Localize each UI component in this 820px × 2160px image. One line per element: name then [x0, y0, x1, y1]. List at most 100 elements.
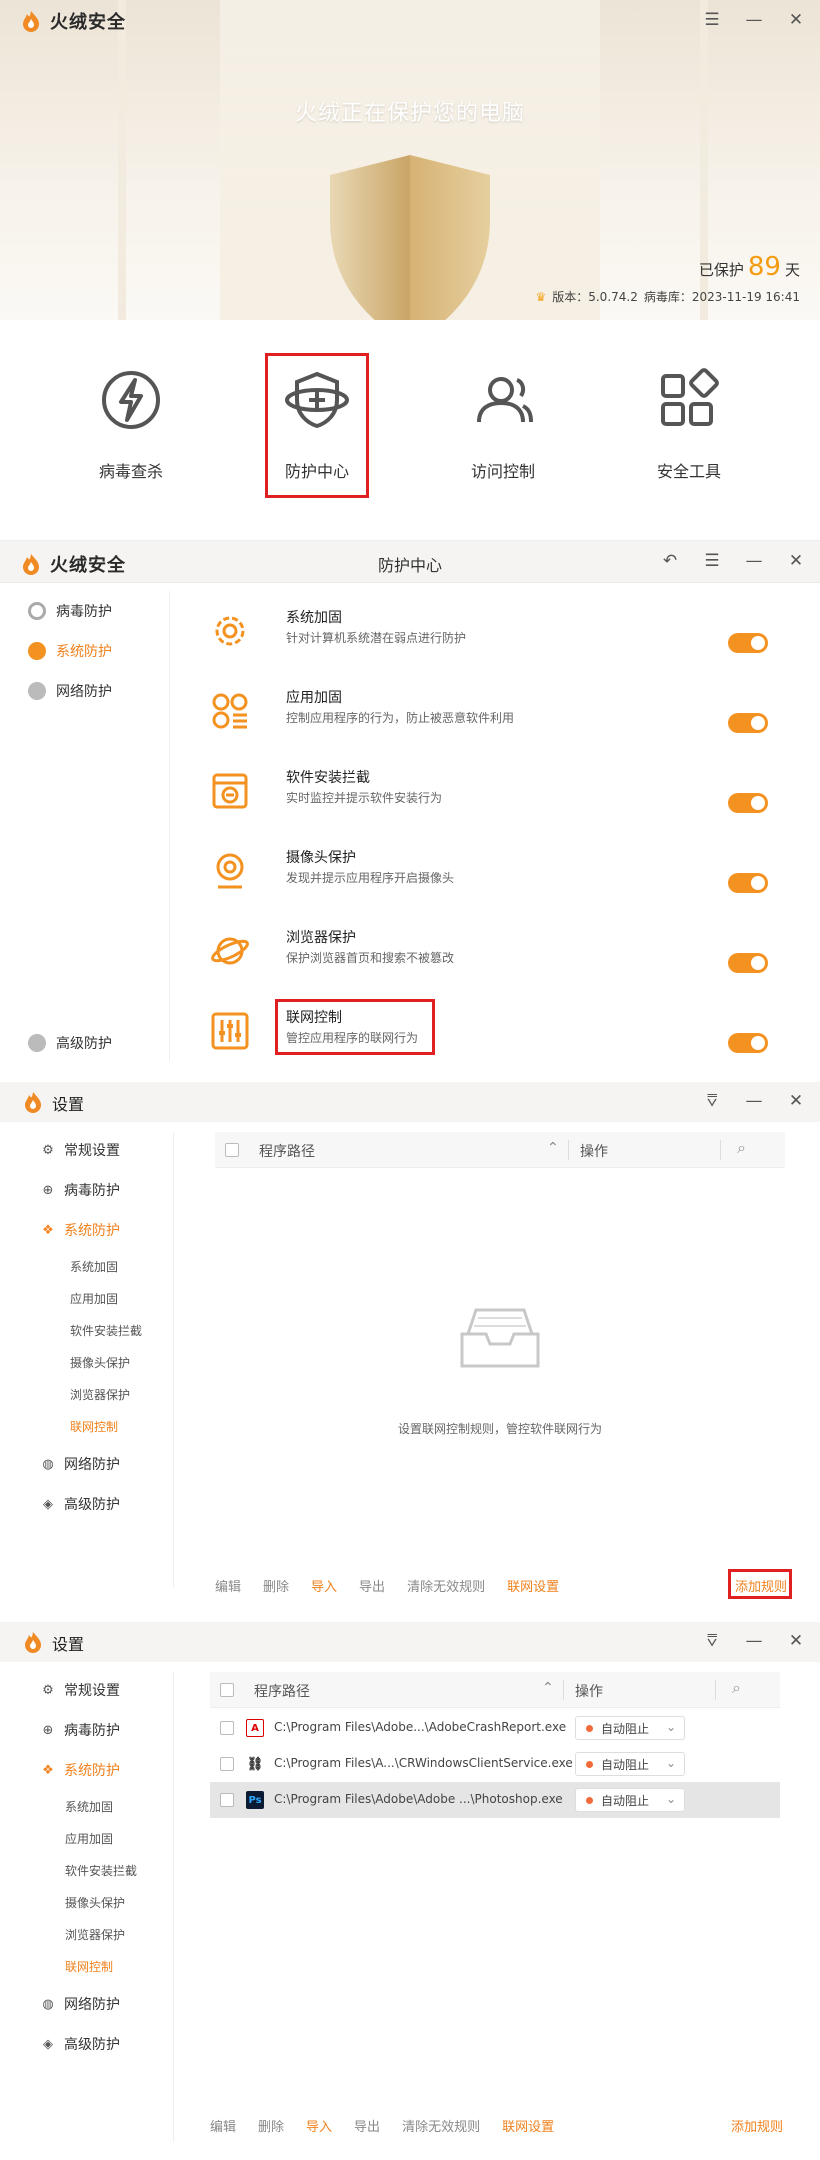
sub-browser[interactable]: 浏览器保护 [65, 1926, 125, 1943]
plus-circle-icon: ⊕ [42, 1722, 54, 1738]
grid-icon [661, 368, 719, 426]
close-icon[interactable]: ✕ [786, 1631, 806, 1651]
menu-icon[interactable]: ☰ [702, 10, 722, 30]
sort-up-icon[interactable]: ⌃ [547, 1140, 559, 1156]
shield-icon [330, 155, 490, 320]
menu-icon[interactable]: ☰ [702, 551, 722, 571]
advanced-protect-icon [28, 1034, 46, 1052]
select-all-checkbox[interactable] [220, 1683, 234, 1697]
toggle-switch[interactable] [728, 793, 768, 813]
action-dropdown[interactable]: 自动阻止 ⌄ [575, 1752, 685, 1776]
titlebar [0, 1622, 820, 1662]
toggle-switch[interactable] [728, 953, 768, 973]
sub-system-harden[interactable]: 系统加固 [65, 1798, 113, 1815]
sub-install-block[interactable]: 软件安装拦截 [70, 1322, 142, 1339]
nav-system[interactable]: ❖ 系统防护 [40, 1760, 120, 1780]
nav-network[interactable]: ◍ 网络防护 [40, 1454, 120, 1474]
search-icon[interactable]: ⌕ [737, 1138, 746, 1158]
sidebar-item-network[interactable]: 网络防护 [28, 681, 112, 701]
table-header: 程序路径 ⌃ 操作 ⌕ [215, 1132, 785, 1168]
flame-logo-icon [25, 1092, 41, 1113]
nav-advanced[interactable]: ◈ 高级防护 [40, 1494, 120, 1514]
clear-invalid-button[interactable]: 清除无效规则 [407, 1576, 485, 1595]
col-path[interactable]: 程序路径 [254, 1681, 310, 1701]
sub-camera[interactable]: 摄像头保护 [65, 1894, 125, 1911]
system-protect-icon [28, 642, 46, 660]
version-info: ♛ 版本：5.0.74.2 病毒库：2023-11-19 16:41 [535, 289, 800, 305]
tile-access-control[interactable]: 访问控制 [443, 350, 563, 500]
plus-circle-icon: ⊕ [42, 1182, 54, 1198]
export-button[interactable]: 导出 [359, 1576, 385, 1595]
network-settings-button[interactable]: 联网设置 [502, 2116, 554, 2135]
toggle-switch[interactable] [728, 873, 768, 893]
add-rule-button[interactable]: 添加规则 [731, 2116, 783, 2135]
toggle-switch[interactable] [728, 713, 768, 733]
system-icon: ❖ [42, 1762, 54, 1778]
export-button[interactable]: 导出 [354, 2116, 380, 2135]
row-checkbox[interactable] [220, 1793, 234, 1807]
tile-virus-scan[interactable]: 病毒查杀 [71, 350, 191, 500]
search-icon[interactable]: ⌕ [732, 1678, 741, 1698]
virus-protect-icon [28, 602, 46, 620]
col-path[interactable]: 程序路径 [259, 1141, 315, 1161]
edit-button[interactable]: 编辑 [210, 2116, 236, 2135]
action-dropdown[interactable]: 自动阻止 ⌄ [575, 1788, 685, 1812]
delete-button[interactable]: 删除 [263, 1576, 289, 1595]
hero-title: 火绒正在保护您的电脑 [294, 101, 525, 126]
row-checkbox[interactable] [220, 1757, 234, 1771]
sort-up-icon[interactable]: ⌃ [542, 1680, 554, 1696]
edit-button[interactable]: 编辑 [215, 1576, 241, 1595]
table-row[interactable]: Ps C:\Program Files\Adobe\Adobe ...\Phot… [210, 1782, 780, 1818]
action-dropdown[interactable]: 自动阻止 ⌄ [575, 1716, 685, 1740]
close-icon[interactable]: ✕ [786, 10, 806, 30]
diamond-icon: ◈ [43, 2036, 53, 2052]
nav-general[interactable]: ⚙ 常规设置 [40, 1680, 120, 1700]
back-icon[interactable]: ↶ [660, 551, 680, 571]
home-window: 火绒正在保护您的电脑 已保护 89 天 ♛ 版本：5.0.74.2 病毒库：2023… [0, 0, 820, 520]
settings-window-empty: 设置 ⩢ — ✕ ⚙ 常规设置 ⊕ 病毒防护 ❖ 系统防护 系统加固 应用加固 软件安… [0, 1082, 820, 1612]
minimize-icon[interactable]: — [744, 10, 764, 30]
select-all-checkbox[interactable] [225, 1143, 239, 1157]
sub-system-harden[interactable]: 系统加固 [70, 1258, 118, 1275]
sub-camera[interactable]: 摄像头保护 [70, 1354, 130, 1371]
row-path: C:\Program Files\A...\CRWindowsClientSer… [274, 1756, 573, 1770]
sidebar-item-system[interactable]: 系统防护 [28, 641, 112, 661]
nav-system[interactable]: ❖ 系统防护 [40, 1220, 120, 1240]
sub-app-harden[interactable]: 应用加固 [65, 1830, 113, 1847]
sub-app-harden[interactable]: 应用加固 [70, 1290, 118, 1307]
flame-logo-icon [23, 11, 39, 32]
table-row[interactable]: A C:\Program Files\Adobe...\AdobeCrashRe… [210, 1710, 780, 1746]
minimize-icon[interactable]: — [744, 1091, 764, 1111]
nav-virus[interactable]: ⊕ 病毒防护 [40, 1720, 120, 1740]
sub-network-control[interactable]: 联网控制 [65, 1958, 113, 1975]
dropdown-menu-icon[interactable]: ⩢ [702, 1631, 722, 1651]
clear-invalid-button[interactable]: 清除无效规则 [402, 2116, 480, 2135]
sub-browser[interactable]: 浏览器保护 [70, 1386, 130, 1403]
table-row[interactable]: ⛓ C:\Program Files\A...\CRWindowsClientS… [210, 1746, 780, 1782]
nav-virus[interactable]: ⊕ 病毒防护 [40, 1180, 120, 1200]
network-settings-button[interactable]: 联网设置 [507, 1576, 559, 1595]
nav-network[interactable]: ◍ 网络防护 [40, 1994, 120, 2014]
minimize-icon[interactable]: — [744, 551, 764, 571]
users-icon [477, 377, 533, 423]
sidebar-item-virus[interactable]: 病毒防护 [28, 601, 112, 621]
service-icon: ⛓ [246, 1756, 264, 1772]
close-icon[interactable]: ✕ [786, 1091, 806, 1111]
close-icon[interactable]: ✕ [786, 551, 806, 571]
tile-security-tools[interactable]: 安全工具 [629, 350, 749, 500]
import-button[interactable]: 导入 [306, 2116, 332, 2135]
sub-network-control[interactable]: 联网控制 [70, 1418, 118, 1435]
nav-advanced[interactable]: ◈ 高级防护 [40, 2034, 120, 2054]
row-checkbox[interactable] [220, 1721, 234, 1735]
brand-name: 火绒安全 [50, 12, 126, 33]
toggle-switch[interactable] [728, 1033, 768, 1053]
delete-button[interactable]: 删除 [258, 2116, 284, 2135]
sub-install-block[interactable]: 软件安装拦截 [65, 1862, 137, 1879]
sidebar-item-advanced[interactable]: 高级防护 [28, 1033, 112, 1053]
toggle-switch[interactable] [728, 633, 768, 653]
dropdown-menu-icon[interactable]: ⩢ [702, 1091, 722, 1111]
nav-general[interactable]: ⚙ 常规设置 [40, 1140, 120, 1160]
sliders-icon [211, 1012, 249, 1050]
minimize-icon[interactable]: — [744, 1631, 764, 1651]
import-button[interactable]: 导入 [311, 1576, 337, 1595]
